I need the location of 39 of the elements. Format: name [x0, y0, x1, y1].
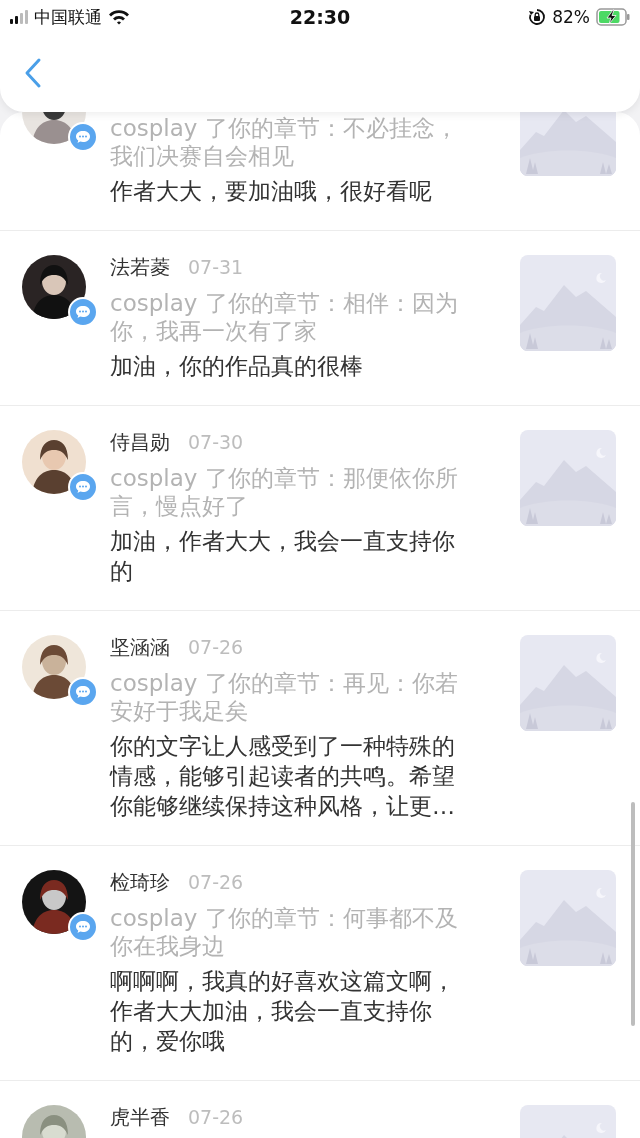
chapter-text: cosplay 了你的章节：不必挂念，我们决赛自会相见 [110, 114, 459, 170]
notification-item[interactable]: 侍昌勋 07-30 cosplay 了你的章节：那便依你所言，慢点好了 加油，作者大大，我会一直支持你的 [0, 406, 640, 611]
notification-item[interactable]: 法若菱 07-31 cosplay 了你的章节：相伴：因为你，我再一次有了家 加油，你的作品真的很棒 [0, 231, 640, 406]
scrollbar[interactable] [631, 802, 635, 1026]
date-label: 07-31 [188, 256, 244, 278]
chat-bubble-icon [68, 677, 98, 707]
comment-text: 啊啊啊，我真的好喜欢这篇文啊，作者大大加油，我会一直支持你的，爱你哦 [110, 967, 456, 1056]
date-label: 07-26 [188, 871, 244, 893]
user-name: 虎半香 [110, 1103, 170, 1131]
user-name: 坚涵涵 [110, 633, 170, 661]
date-label: 07-26 [188, 636, 244, 658]
battery-icon [596, 8, 630, 26]
comment-text: 加油，作者大大，我会一直支持你的 [110, 527, 456, 586]
chat-bubble-icon [68, 472, 98, 502]
clock-time: 22:30 [289, 6, 351, 28]
notification-item[interactable]: 虎半香 07-26 [0, 1081, 640, 1138]
chapter-text: cosplay 了你的章节：那便依你所言，慢点好了 [110, 464, 459, 520]
chat-bubble-icon [68, 297, 98, 327]
chat-bubble-icon [68, 912, 98, 942]
carrier-name: 中国联通 [34, 5, 102, 29]
comment-text: 作者大大，要加油哦，很好看呢 [110, 177, 433, 206]
comment-text: 你的文字让人感受到了一种特殊的情感，能够引起读者的共鸣。希望你能够继续保持这种风格，让更… [110, 732, 456, 821]
wifi-icon [108, 9, 130, 25]
chapter-text: cosplay 了你的章节：何事都不及你在我身边 [110, 904, 459, 960]
rotation-lock-icon [528, 8, 547, 26]
notification-item[interactable]: cosplay 了你的章节：不必挂念，我们决赛自会相见 作者大大，要加油哦，很好看呢 [0, 112, 640, 231]
signal-icon [10, 10, 28, 24]
user-name: 检琦珍 [110, 868, 170, 896]
user-name: 侍昌勋 [110, 428, 170, 456]
date-label: 07-30 [188, 431, 244, 453]
chapter-text: cosplay 了你的章节：相伴：因为你，我再一次有了家 [110, 289, 459, 345]
battery-percent: 82% [552, 7, 590, 27]
date-label: 07-26 [188, 1106, 244, 1128]
comment-text: 加油，你的作品真的很棒 [110, 352, 364, 381]
chapter-text: cosplay 了你的章节：再见：你若安好于我足矣 [110, 669, 459, 725]
chat-bubble-icon [68, 122, 98, 152]
notification-item[interactable]: 检琦珍 07-26 cosplay 了你的章节：何事都不及你在我身边 啊啊啊，我真的好喜欢这篇文啊，作者大大加油，我会一直支持你的，爱你哦 [0, 846, 640, 1081]
user-name: 法若菱 [110, 253, 170, 281]
notification-item[interactable]: 坚涵涵 07-26 cosplay 了你的章节：再见：你若安好于我足矣 你的文字让人感受到了一种特殊的情感，能够引起读者的共鸣。希望你能够继续保持这种风格，让更… [0, 611, 640, 846]
